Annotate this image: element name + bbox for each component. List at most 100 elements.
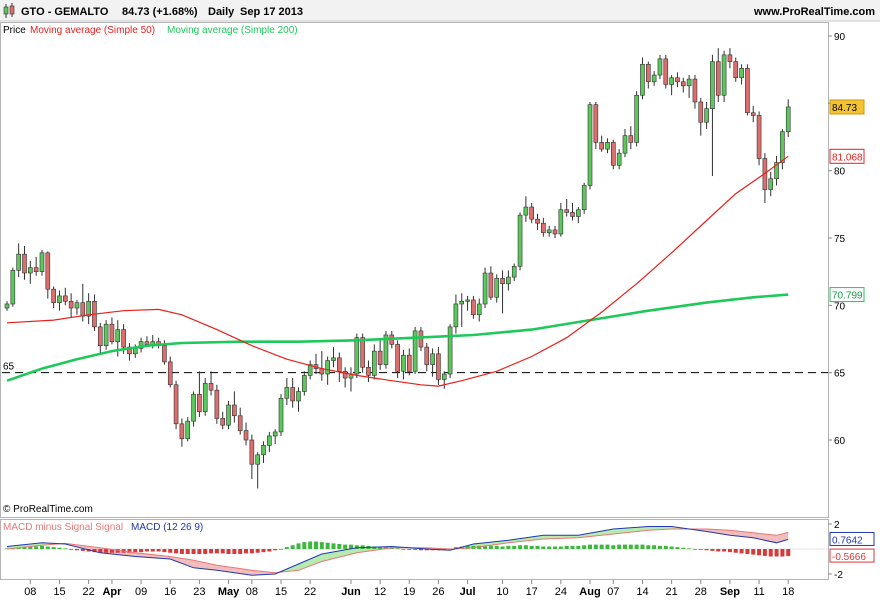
candle-body-down: [436, 353, 441, 380]
candle-body-down: [500, 278, 505, 285]
candle-body-down: [564, 209, 569, 213]
macd-hist-bar: [319, 542, 324, 549]
candle-body-up: [710, 61, 715, 110]
macd-hist-bar: [570, 545, 575, 549]
macd-hist-bar: [768, 549, 773, 557]
x-tick-label: 23: [193, 586, 205, 598]
candle: [255, 452, 260, 489]
macd-last-label-macd: 0.7642: [832, 535, 863, 546]
candle-body-down: [243, 430, 249, 441]
candle-body-down: [232, 404, 237, 417]
candle-body-up: [780, 131, 785, 163]
x-tick-label: 07: [607, 586, 619, 598]
candle-body-up: [10, 270, 16, 305]
macd-hist-bar: [657, 545, 662, 549]
macd-hist-bar: [284, 547, 289, 549]
candle-body-down: [733, 61, 739, 79]
axes: 6065707580859084.7381.06870.7992-20.7642…: [24, 32, 875, 598]
candle: [727, 48, 733, 69]
macd-hist-bar: [710, 549, 715, 551]
candle: [704, 101, 709, 129]
candle: [331, 347, 336, 368]
last-value-label-ma200: 70.799: [832, 291, 863, 302]
macd-hist-bar: [407, 549, 412, 550]
candle: [593, 101, 599, 150]
candle-body-down: [45, 252, 51, 290]
candle-body-down: [663, 58, 669, 85]
candle-body-up: [267, 435, 272, 446]
x-tick-label: 11: [753, 586, 764, 598]
price-y-tick-label: 80: [834, 167, 846, 178]
candle-body-down: [214, 389, 220, 419]
price-y-tick-label: 60: [834, 436, 846, 447]
site-label[interactable]: www.ProRealTime.com: [753, 6, 875, 18]
candle: [202, 378, 208, 416]
candle: [214, 384, 220, 424]
candle: [138, 337, 144, 353]
price-y-tick-label: 70: [834, 301, 846, 312]
candle-body-down: [290, 387, 295, 402]
candle-body-up: [523, 206, 529, 216]
candle-body-up: [226, 404, 231, 426]
macd-hist-bar: [45, 546, 50, 549]
macd-hist-bar: [529, 545, 534, 549]
candle-body-down: [570, 212, 575, 217]
candle: [10, 267, 16, 307]
candle: [348, 367, 354, 392]
candle-body-down: [68, 300, 74, 309]
candle-body-up: [739, 68, 744, 79]
candle: [500, 270, 505, 314]
candle: [197, 371, 202, 418]
macd-hist-bar: [576, 545, 581, 549]
macd-hist-bar: [343, 544, 348, 549]
candle: [663, 54, 669, 89]
candle-body-up: [354, 337, 360, 375]
candle-body-up: [441, 373, 447, 380]
candle: [675, 72, 680, 88]
macd-hist-bar: [80, 549, 85, 551]
macd-hist-bar: [757, 549, 762, 556]
candle-body-up: [57, 295, 62, 303]
period-label: Daily: [208, 6, 235, 18]
candle: [698, 97, 704, 136]
candle-body-down: [756, 115, 762, 159]
macd-hist-bar: [780, 549, 785, 557]
macd-hist-bar: [733, 549, 738, 553]
macd-hist-bar: [675, 547, 680, 549]
last-value-label-price: 84.73: [832, 103, 857, 114]
x-tick-label: 08: [24, 586, 36, 598]
candle: [459, 293, 465, 327]
candle: [552, 225, 558, 238]
macd-hist-bar: [150, 549, 155, 552]
macd-hist-bar: [593, 544, 598, 549]
macd-hist-bar: [232, 549, 237, 554]
candle: [57, 290, 62, 311]
candle: [62, 287, 68, 306]
candle-body-down: [80, 302, 86, 317]
candle: [715, 48, 721, 102]
candle: [261, 441, 266, 463]
macd-hist-bar: [255, 549, 260, 553]
macd-hist-bar: [745, 549, 750, 554]
macd-y-tick-label: -2: [834, 570, 843, 581]
macd-hist-bar: [564, 545, 569, 549]
candle: [581, 182, 587, 214]
candle: [337, 352, 342, 383]
macd-hist-bar: [267, 549, 272, 552]
candle: [721, 50, 727, 102]
candle: [680, 77, 686, 93]
macd-hist-bar: [687, 548, 692, 550]
legend-ma50: Moving average (Simple 50): [30, 25, 155, 36]
macd-hist-bar: [34, 546, 39, 549]
candle: [39, 250, 45, 276]
macd-hist-bar: [727, 549, 732, 553]
candle: [651, 71, 657, 86]
x-tick-label: Apr: [102, 586, 122, 598]
candle-body-up: [605, 142, 610, 150]
candle: [243, 422, 249, 446]
candle: [564, 198, 569, 217]
candle-body-down: [535, 218, 540, 224]
candle-body-up: [103, 323, 109, 347]
candle: [307, 360, 313, 380]
x-tick-label: May: [218, 586, 240, 598]
